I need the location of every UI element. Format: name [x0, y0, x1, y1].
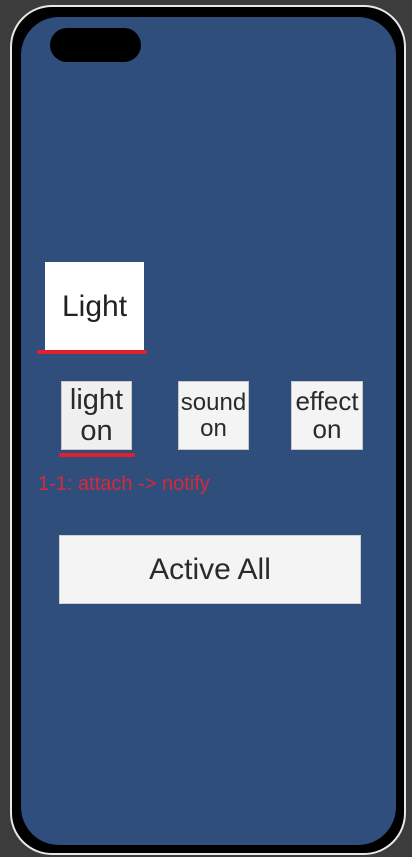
effect-on-button[interactable]: effect on: [291, 381, 363, 450]
sound-on-button[interactable]: sound on: [178, 381, 249, 450]
camera-notch: [50, 28, 141, 62]
annotation-text: 1-1: attach -> notify: [38, 473, 210, 495]
light-on-button[interactable]: light on: [61, 381, 132, 450]
annotation-underline-light: [37, 350, 147, 354]
active-all-label: Active All: [149, 552, 271, 586]
annotation-underline-light-on: [59, 453, 135, 457]
light-status-label: Light: [61, 289, 128, 323]
active-all-button[interactable]: Active All: [59, 535, 361, 604]
light-status-indicator: Light: [45, 262, 144, 351]
